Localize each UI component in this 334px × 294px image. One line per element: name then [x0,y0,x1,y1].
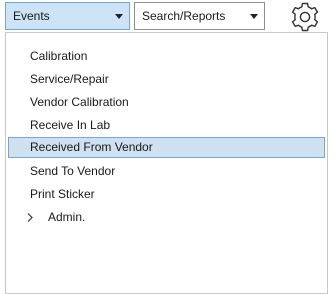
menu-item-label: Vendor Calibration [30,95,129,109]
menu-item-label: Send To Vendor [30,164,116,178]
menu-item-service-repair[interactable]: Service/Repair [8,69,325,90]
menu-item-print-sticker[interactable]: Print Sticker [8,184,325,205]
chevron-down-icon [115,14,123,19]
menu-item-calibration[interactable]: Calibration [8,46,325,67]
menu-item-send-to-vendor[interactable]: Send To Vendor [8,161,325,182]
search-reports-dropdown-value: Search/Reports [142,9,226,23]
chevron-down-icon [250,14,258,19]
events-dropdown-value: Events [13,9,50,23]
menu-item-receive-in-lab[interactable]: Receive In Lab [8,115,325,136]
menu-item-admin[interactable]: Admin. [8,207,325,228]
menu-item-label: Print Sticker [30,187,95,201]
gear-icon [291,2,319,32]
menu-item-label: Receive In Lab [30,118,111,132]
menu-item-received-from-vendor[interactable]: Received From Vendor [8,137,325,158]
search-reports-dropdown[interactable]: Search/Reports [134,2,265,30]
menu-item-label: Calibration [30,49,88,63]
events-dropdown[interactable]: Events [5,2,130,30]
menu-item-label: Service/Repair [30,72,109,86]
menu-item-vendor-calibration[interactable]: Vendor Calibration [8,92,325,113]
menu-item-label: Received From Vendor [30,140,153,154]
menu-item-label: Admin. [48,210,86,224]
chevron-right-icon [27,213,33,222]
events-menu: Calibration Service/Repair Vendor Calibr… [5,32,328,294]
settings-button[interactable] [287,2,323,32]
